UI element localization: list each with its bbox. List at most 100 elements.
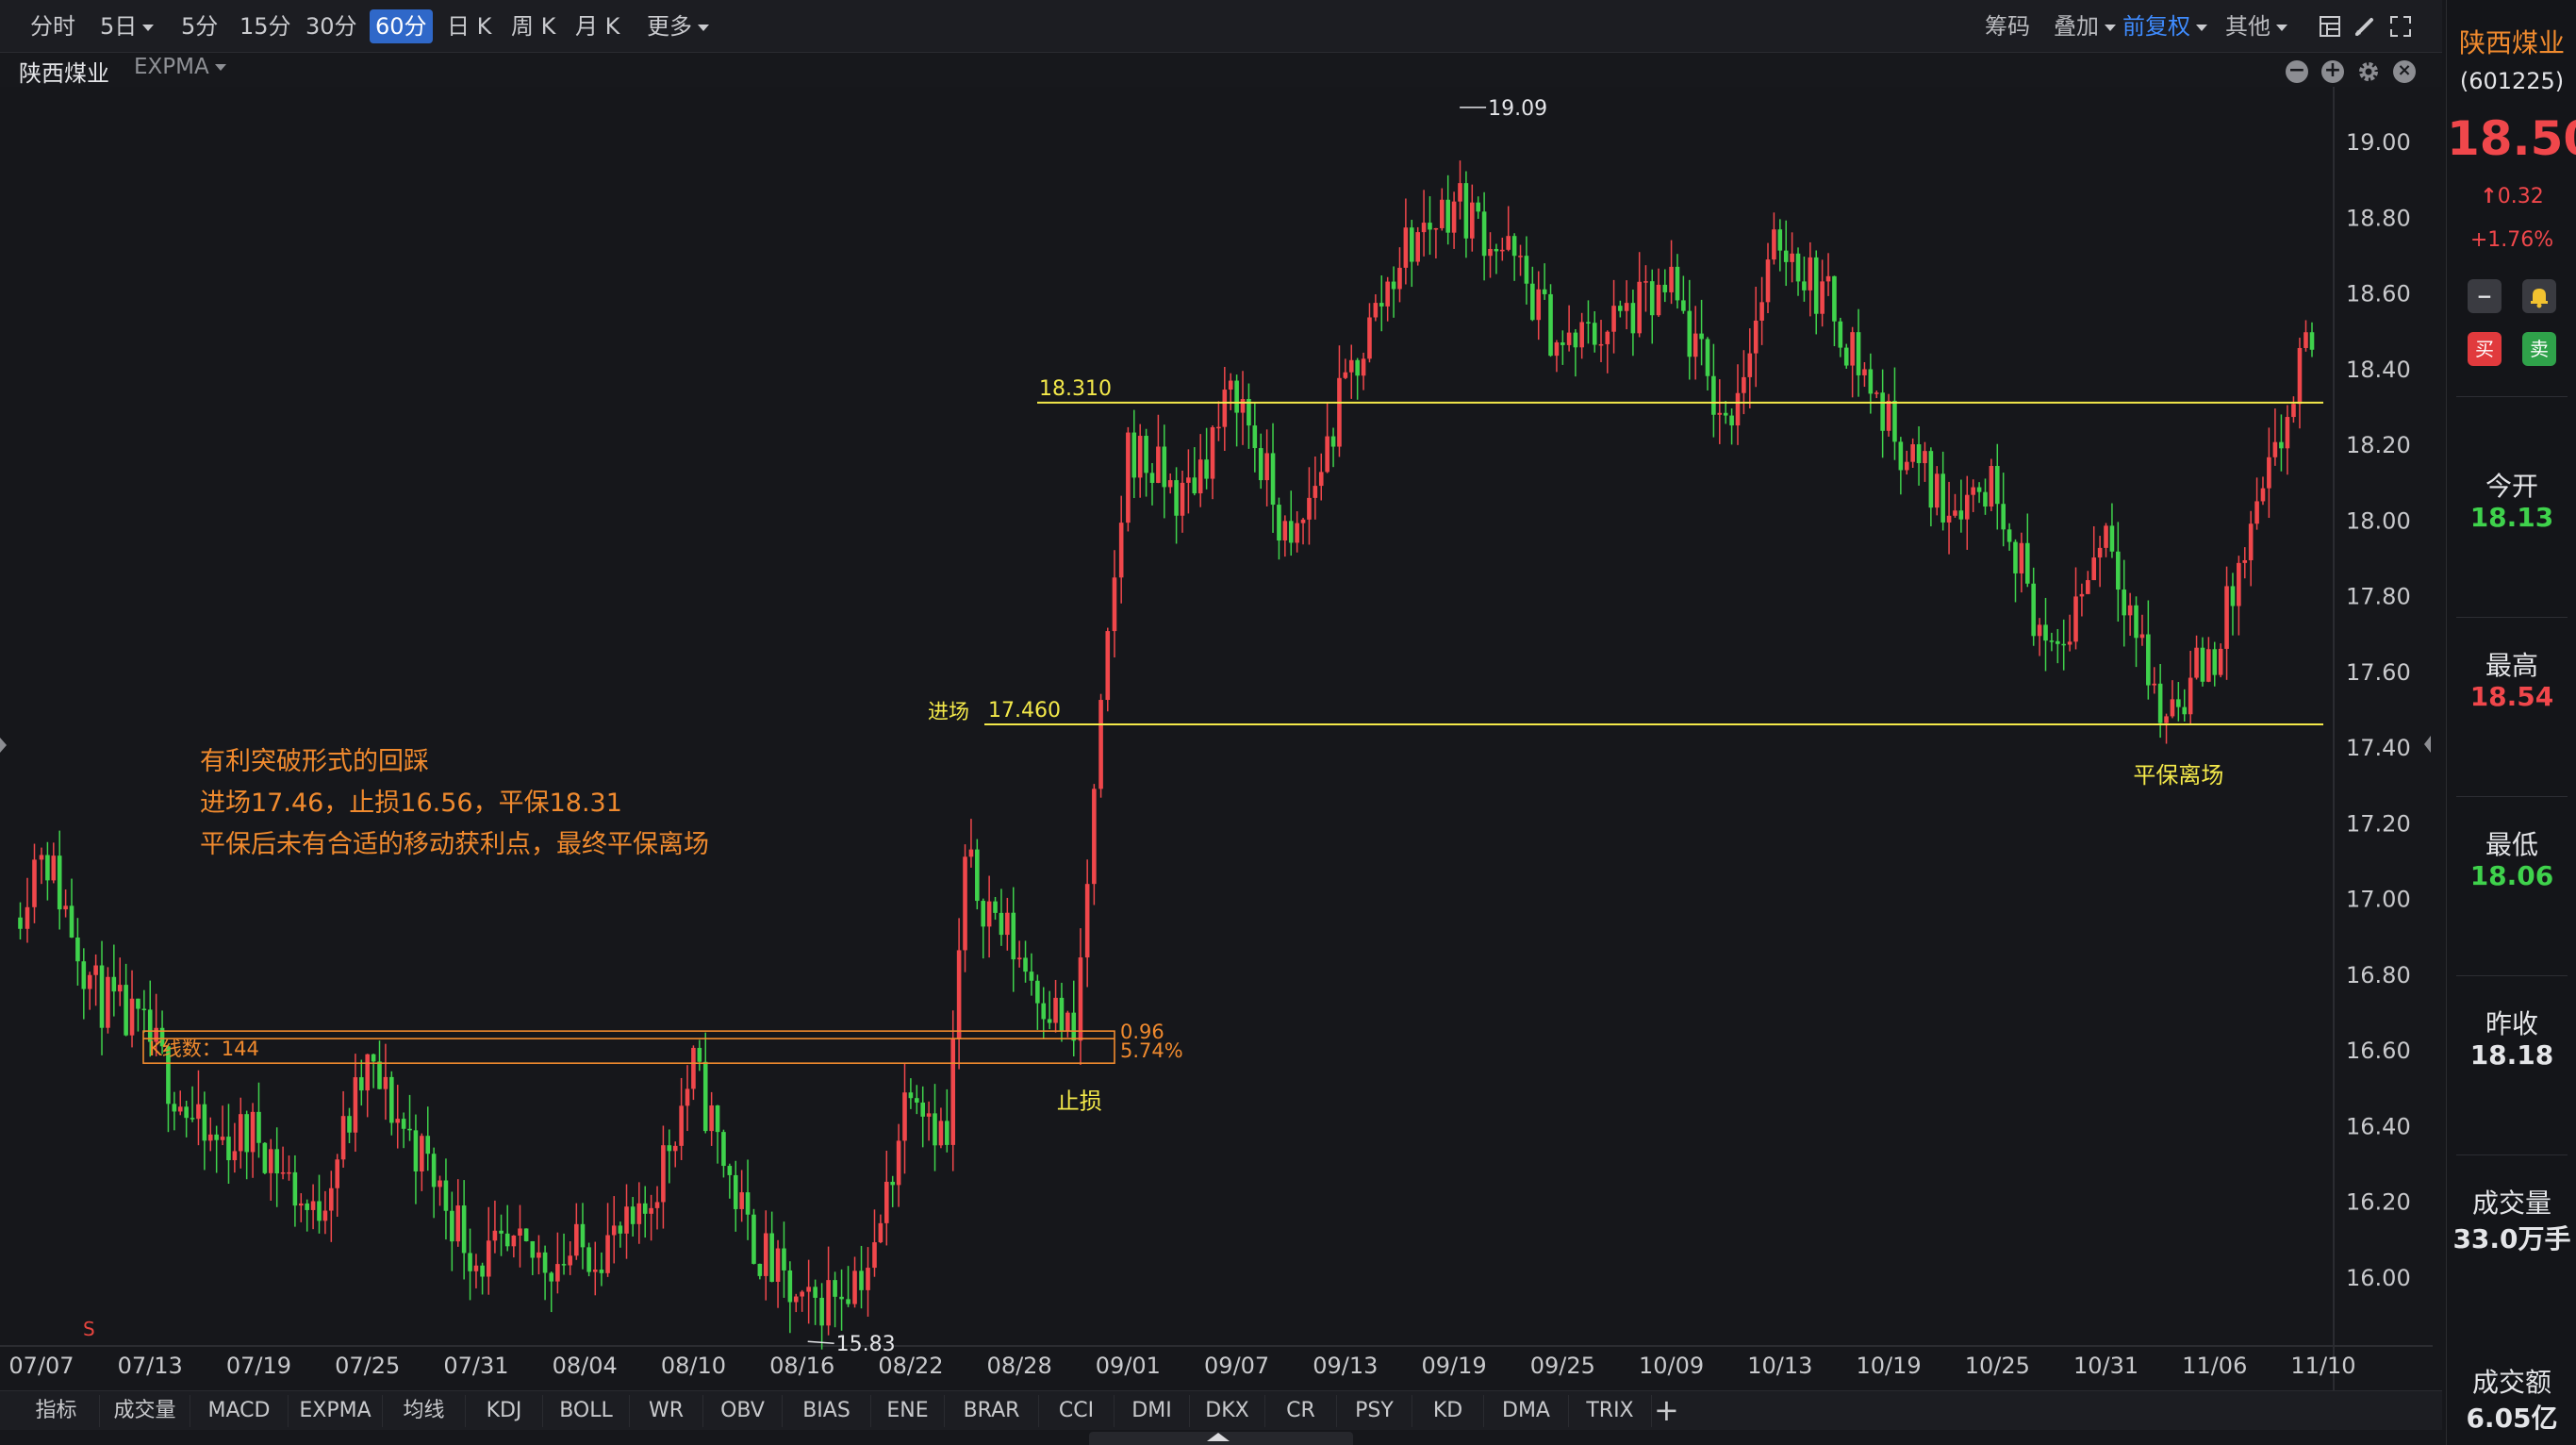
period-tab-7[interactable]: 周 K [505, 9, 561, 43]
down-candle [1144, 428, 1148, 497]
candle-body [769, 1233, 774, 1282]
indicator-tab-指标[interactable]: 指标 [13, 1395, 100, 1427]
kline-chart[interactable]: 19.09 15.83 18.310 进场 17.460 K线数：144 0.96 5.74%… [0, 87, 2433, 1390]
candle-body [129, 998, 135, 1036]
indicator-dropdown[interactable]: EXPMA [134, 55, 226, 79]
period-tab-0[interactable]: 分时 [25, 9, 81, 43]
candle-body [1892, 400, 1897, 442]
candle-body [1898, 441, 1904, 471]
down-candle [1258, 433, 1263, 490]
up-candle [93, 954, 98, 1006]
indicator-tab-dkx[interactable]: DKX [1190, 1395, 1265, 1427]
close-circle-icon[interactable]: × [2393, 60, 2416, 83]
indicator-tab-均线[interactable]: 均线 [383, 1395, 466, 1427]
candle-body [1433, 227, 1439, 230]
left-collapse-arrow-icon[interactable] [0, 738, 8, 753]
period-tab-4[interactable]: 30分 [300, 9, 363, 43]
up-candle [1506, 206, 1511, 252]
period-tab-1[interactable]: 5日 [94, 9, 159, 43]
indicator-tab-trix[interactable]: TRIX [1569, 1395, 1652, 1427]
up-candle [340, 1090, 346, 1168]
candle-body [2079, 593, 2085, 597]
candle-body [745, 1192, 751, 1215]
down-candle [1270, 423, 1276, 533]
period-tab-2[interactable]: 5分 [175, 9, 223, 43]
down-candle [443, 1158, 449, 1240]
indicator-tab-macd[interactable]: MACD [190, 1395, 289, 1427]
candle-body [202, 1104, 207, 1141]
add-indicator-button[interactable]: + [1654, 1391, 1679, 1429]
adjust-dropdown[interactable]: 前复权 [2122, 9, 2207, 43]
up-candle [1222, 366, 1228, 451]
pencil-draw-icon[interactable] [2354, 16, 2375, 37]
candle-body [2056, 640, 2060, 644]
indicator-tab-成交量[interactable]: 成交量 [100, 1395, 190, 1427]
price-tick-label: 17.40 [2346, 735, 2411, 761]
indicator-tab-obv[interactable]: OBV [703, 1395, 783, 1427]
candle-body [1630, 303, 1636, 334]
candle-body [425, 1136, 431, 1154]
layout-grid-icon[interactable] [2320, 16, 2340, 37]
indicator-tabs: 指标 成交量 MACD EXPMA 均线 KDJ BOLL WR OBV BIAS ENE BRAR C… [0, 1390, 2442, 1430]
remove-watch-button[interactable]: − [2468, 279, 2502, 313]
indicator-tab-ene[interactable]: ENE [871, 1395, 945, 1427]
up-candle [511, 1235, 517, 1258]
candle-body [975, 849, 980, 902]
up-candle [611, 1196, 617, 1264]
up-candle [1307, 467, 1312, 545]
stat-label: 成交额 [2471, 1367, 2551, 1398]
chevron-up-icon[interactable] [1207, 1433, 1230, 1441]
candle-body [793, 1296, 799, 1303]
candle-body [298, 1203, 304, 1206]
indicator-tab-brar[interactable]: BRAR [945, 1395, 1039, 1427]
candle-body [1131, 432, 1137, 478]
candle-body [763, 1233, 768, 1276]
down-candle [425, 1106, 431, 1171]
candle-body [1112, 577, 1117, 632]
right-collapse-arrow-icon[interactable] [2423, 736, 2431, 753]
candle-body [310, 1201, 316, 1210]
chips-button[interactable]: 筹码 [1985, 9, 2030, 43]
indicator-tab-kdj[interactable]: KDJ [466, 1395, 543, 1427]
up-candle [63, 889, 68, 918]
indicator-tab-expma[interactable]: EXPMA [289, 1395, 383, 1427]
up-candle [1433, 227, 1439, 258]
indicator-tab-wr[interactable]: WR [630, 1395, 703, 1427]
candle-body [317, 1201, 322, 1221]
minus-circle-icon[interactable]: − [2286, 60, 2308, 83]
quote-stock-name[interactable]: 陕西煤业 [2447, 23, 2576, 60]
indicator-tab-bias[interactable]: BIAS [783, 1395, 871, 1427]
plus-circle-icon[interactable]: + [2321, 60, 2344, 83]
price-tick-label: 18.80 [2346, 205, 2411, 231]
period-tab-3[interactable]: 15分 [234, 9, 297, 43]
indicator-tab-cci[interactable]: CCI [1039, 1395, 1115, 1427]
down-candle [111, 944, 117, 1017]
indicator-tab-dmi[interactable]: DMI [1115, 1395, 1190, 1427]
bell-alert-button[interactable] [2522, 279, 2556, 313]
up-candle [518, 1204, 522, 1268]
candle-body [1524, 256, 1529, 284]
indicator-tab-cr[interactable]: CR [1265, 1395, 1337, 1427]
period-tab-5[interactable]: 60分 [370, 9, 433, 43]
period-tab-8[interactable]: 月 K [570, 9, 625, 43]
indicator-tab-psy[interactable]: PSY [1337, 1395, 1412, 1427]
candle-body [1649, 281, 1655, 316]
gear-icon[interactable] [2357, 60, 2380, 83]
down-candle [1379, 275, 1384, 332]
candle-body [1886, 400, 1891, 431]
candle-body [1318, 472, 1324, 487]
indicator-tab-kd[interactable]: KD [1412, 1395, 1484, 1427]
fullscreen-icon[interactable] [2390, 16, 2411, 37]
down-candle [787, 1261, 793, 1334]
up-candle [793, 1293, 799, 1313]
period-tab-9[interactable]: 更多 [641, 9, 715, 43]
buy-button[interactable]: 买 [2468, 332, 2502, 366]
indicator-tab-dma[interactable]: DMA [1484, 1395, 1569, 1427]
candle-body [1934, 473, 1940, 508]
candle-body [1343, 372, 1348, 378]
sell-button[interactable]: 卖 [2522, 332, 2556, 366]
overlay-dropdown[interactable]: 叠加 [2054, 9, 2116, 43]
indicator-tab-boll[interactable]: BOLL [543, 1395, 630, 1427]
period-tab-6[interactable]: 日 K [441, 9, 497, 43]
other-dropdown[interactable]: 其他 [2225, 9, 2287, 43]
